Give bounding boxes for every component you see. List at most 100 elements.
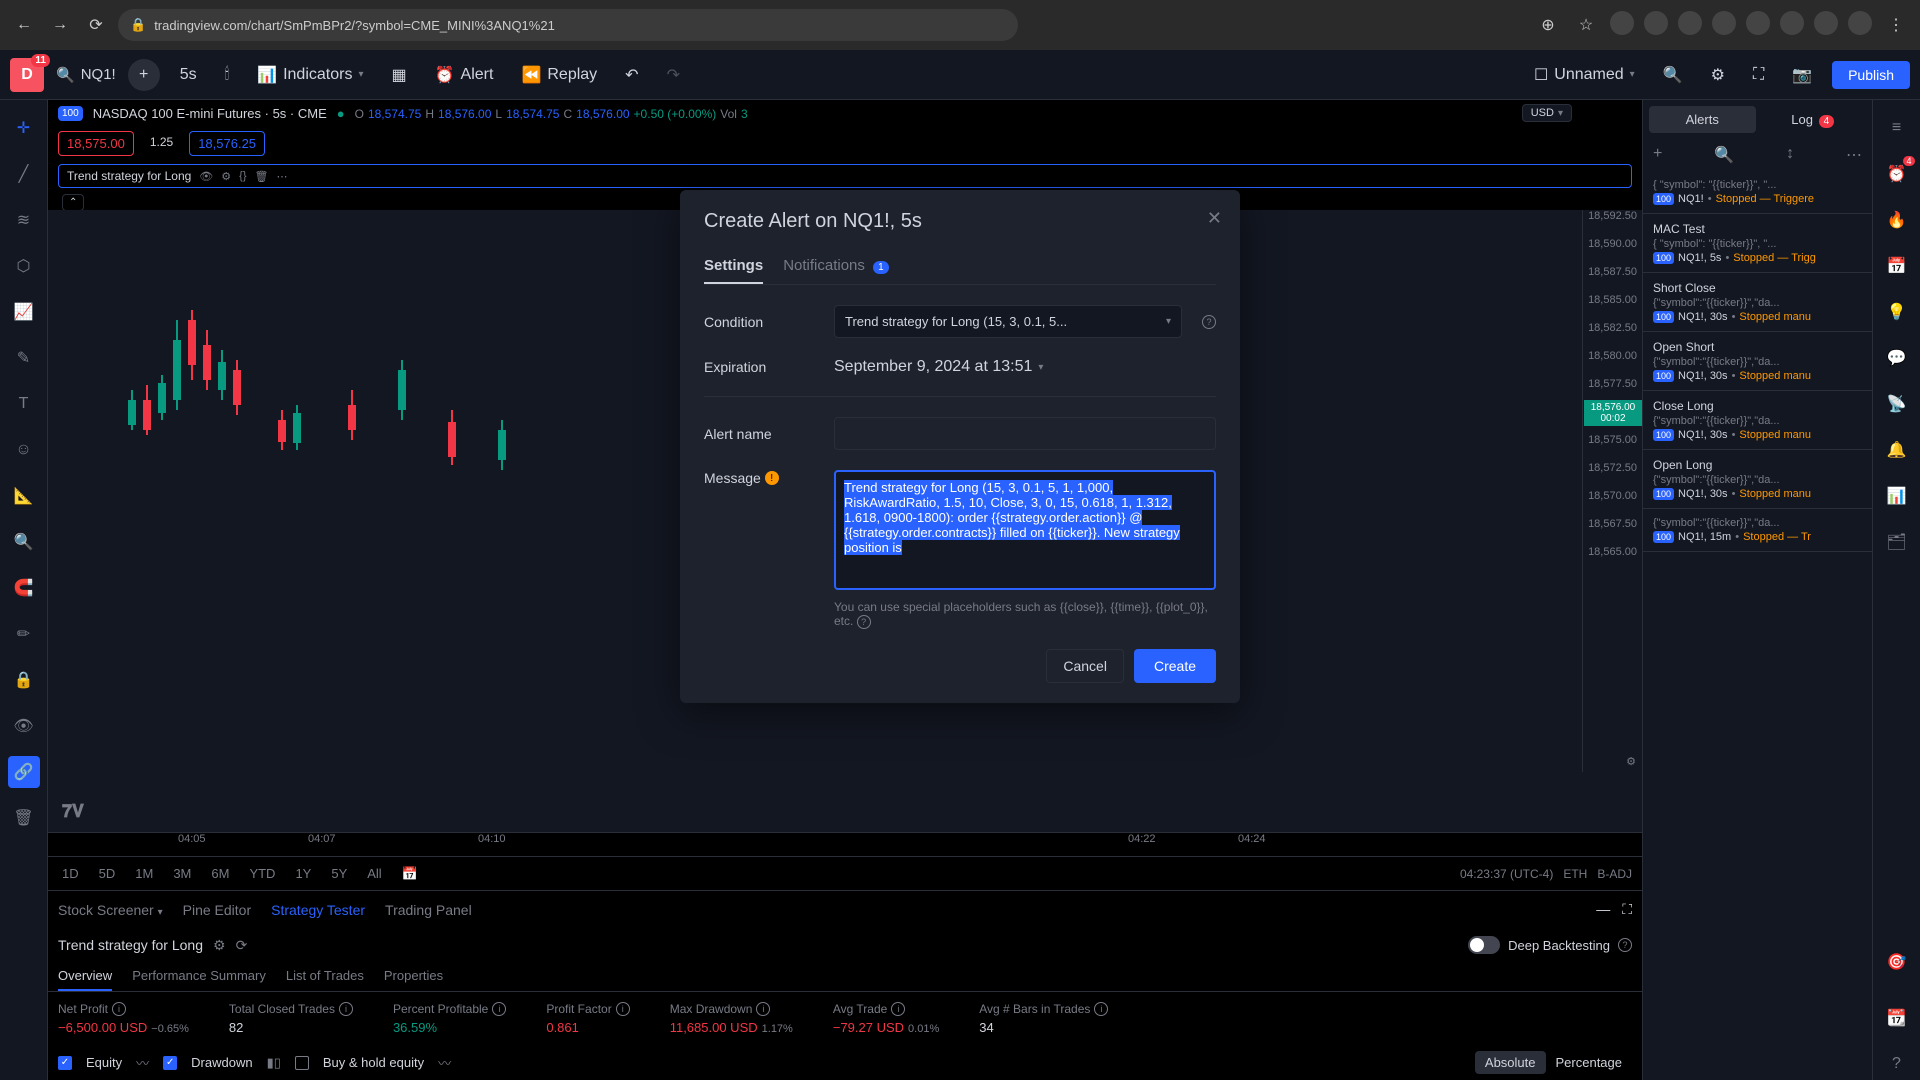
alert-list-item[interactable]: {"symbol":"{{ticker}}","da...100NQ1!, 15… — [1643, 509, 1872, 552]
percentage-button[interactable]: Percentage — [1546, 1051, 1633, 1074]
delete-icon[interactable]: 🗑 — [255, 170, 269, 183]
calendar2-icon[interactable]: 📆 — [1881, 1002, 1913, 1034]
calendar-icon[interactable]: 📅 — [1881, 250, 1913, 282]
modal-tab-settings[interactable]: Settings — [704, 249, 763, 284]
more-alerts-icon[interactable]: ⋯ — [1846, 145, 1862, 165]
help-icon[interactable]: ? — [1881, 1048, 1913, 1080]
emoji-tool-icon[interactable]: ☺ — [8, 434, 40, 466]
tab-trading-panel[interactable]: Trading Panel — [385, 902, 472, 918]
back-icon[interactable]: ← — [10, 11, 38, 39]
drawdown-checkbox[interactable]: ✓ — [163, 1056, 177, 1070]
tf-all[interactable]: All — [363, 864, 385, 883]
subtab-properties[interactable]: Properties — [384, 962, 443, 991]
object-tree-icon[interactable]: 🗂 — [1881, 526, 1913, 558]
maximize-icon[interactable]: ⛶ — [1622, 901, 1632, 918]
fib-tool-icon[interactable]: ≋ — [8, 204, 40, 236]
extension-icon[interactable] — [1780, 11, 1804, 35]
clock[interactable]: 04:23:37 (UTC-4) — [1460, 867, 1553, 881]
currency-selector[interactable]: USD▾ — [1522, 104, 1572, 122]
tab-log[interactable]: Log 4 — [1760, 106, 1867, 133]
tf-6m[interactable]: 6M — [207, 864, 233, 883]
trendline-tool-icon[interactable]: ╱ — [8, 158, 40, 190]
bid-price[interactable]: 18,575.00 — [58, 131, 134, 156]
help-icon[interactable]: ? — [1618, 938, 1632, 952]
subtab-overview[interactable]: Overview — [58, 962, 112, 991]
alert-button[interactable]: ⏰ Alert — [427, 61, 502, 89]
watchlist-icon[interactable]: ≡ — [1881, 112, 1913, 144]
tab-pine-editor[interactable]: Pine Editor — [183, 902, 251, 918]
alert-list-item[interactable]: Close Long{"symbol":"{{ticker}}","da...1… — [1643, 391, 1872, 450]
warning-icon[interactable]: ! — [765, 471, 779, 485]
tf-1y[interactable]: 1Y — [291, 864, 315, 883]
brush-tool-icon[interactable]: ✎ — [8, 342, 40, 374]
strategy-indicator-badge[interactable]: Trend strategy for Long 👁 ⚙ {} 🗑 ⋯ — [58, 164, 1632, 188]
help-icon[interactable]: ? — [857, 615, 871, 629]
alert-list-item[interactable]: Open Long{"symbol":"{{ticker}}","da...10… — [1643, 450, 1872, 509]
symbol-search-button[interactable]: 🔍 NQ1! — [56, 66, 116, 84]
camera-icon[interactable]: 📷 — [1784, 61, 1820, 89]
delete-tool-icon[interactable]: 🗑 — [8, 802, 40, 834]
publish-button[interactable]: Publish — [1832, 61, 1910, 89]
undo-button[interactable]: ↶ — [617, 61, 646, 89]
expiration-dropdown[interactable]: September 9, 2024 at 13:51 ▾ — [834, 358, 1043, 376]
tab-stock-screener[interactable]: Stock Screener ▾ — [58, 902, 163, 918]
time-axis[interactable]: 04:05 04:07 04:10 04:22 04:24 — [48, 832, 1642, 856]
extension-icon[interactable] — [1678, 11, 1702, 35]
eye-icon[interactable]: 👁 — [199, 170, 213, 183]
indicators-button[interactable]: 📊 Indicators ▾ — [249, 61, 371, 89]
tf-5y[interactable]: 5Y — [327, 864, 351, 883]
layout-name-button[interactable]: ☐ Unnamed ▾ — [1526, 61, 1643, 89]
cancel-button[interactable]: Cancel — [1046, 649, 1124, 683]
alert-list-item[interactable]: Open Short{"symbol":"{{ticker}}","da...1… — [1643, 332, 1872, 391]
text-tool-icon[interactable]: T — [8, 388, 40, 420]
tab-strategy-tester[interactable]: Strategy Tester — [271, 902, 365, 918]
pattern-tool-icon[interactable]: ⬡ — [8, 250, 40, 282]
alertname-input[interactable] — [834, 417, 1216, 450]
cursor-tool-icon[interactable]: ✛ — [8, 112, 40, 144]
candle-type-button[interactable]: 🕯 — [217, 62, 238, 88]
profile-avatar-icon[interactable] — [1848, 11, 1872, 35]
forecast-tool-icon[interactable]: 📈 — [8, 296, 40, 328]
tf-1m[interactable]: 1M — [131, 864, 157, 883]
extension-icon[interactable] — [1712, 11, 1736, 35]
streams-icon[interactable]: 📡 — [1881, 388, 1913, 420]
modal-tab-notifications[interactable]: Notifications 1 — [783, 249, 888, 284]
link-tool-icon[interactable]: 🔗 — [8, 756, 40, 788]
help-icon[interactable]: i — [339, 1002, 353, 1016]
quick-search-icon[interactable]: 🔍 — [1655, 61, 1691, 89]
minimize-icon[interactable]: — — [1596, 901, 1610, 918]
search-alerts-icon[interactable]: 🔍 — [1714, 145, 1734, 165]
axis-settings-gear-icon[interactable]: ⚙ — [1626, 755, 1636, 768]
user-menu-button[interactable]: D 11 — [10, 58, 44, 92]
help-icon[interactable]: i — [756, 1002, 770, 1016]
close-icon[interactable]: ✕ — [1207, 208, 1222, 229]
subtab-performance[interactable]: Performance Summary — [132, 962, 266, 991]
hotlist-icon[interactable]: 🔥 — [1881, 204, 1913, 236]
zoom-tool-icon[interactable]: 🔍 — [8, 526, 40, 558]
dom-icon[interactable]: 📊 — [1881, 480, 1913, 512]
condition-dropdown[interactable]: Trend strategy for Long (15, 3, 0.1, 5..… — [834, 305, 1182, 338]
tester-refresh-icon[interactable]: ⟳ — [236, 937, 248, 954]
buyhold-checkbox[interactable] — [295, 1056, 309, 1070]
session-eth[interactable]: ETH — [1563, 867, 1587, 881]
extension-icon[interactable] — [1746, 11, 1770, 35]
url-bar[interactable]: 🔒 tradingview.com/chart/SmPmBPr2/?symbol… — [118, 9, 1018, 41]
visibility-tool-icon[interactable]: 👁 — [8, 710, 40, 742]
help-icon[interactable]: i — [112, 1002, 126, 1016]
measure-tool-icon[interactable]: 📐 — [8, 480, 40, 512]
alert-list-item[interactable]: Short Close{"symbol":"{{ticker}}","da...… — [1643, 273, 1872, 332]
tab-alerts[interactable]: Alerts — [1649, 106, 1756, 133]
zoom-icon[interactable]: ⊕ — [1534, 11, 1562, 39]
help-icon[interactable]: i — [891, 1002, 905, 1016]
bookmark-star-icon[interactable]: ☆ — [1572, 11, 1600, 39]
interval-button[interactable]: 5s — [172, 62, 205, 88]
equity-checkbox[interactable]: ✓ — [58, 1056, 72, 1070]
b-adj[interactable]: B-ADJ — [1597, 867, 1632, 881]
notifications-bell-icon[interactable]: 🔔 — [1881, 434, 1913, 466]
help-icon[interactable]: i — [616, 1002, 630, 1016]
help-icon[interactable]: i — [1094, 1002, 1108, 1016]
redo-button[interactable]: ↷ — [659, 61, 688, 89]
reload-icon[interactable]: ⟳ — [82, 11, 110, 39]
message-textarea[interactable]: Trend strategy for Long (15, 3, 0.1, 5, … — [834, 470, 1216, 590]
fullscreen-icon[interactable]: ⛶ — [1745, 62, 1772, 88]
